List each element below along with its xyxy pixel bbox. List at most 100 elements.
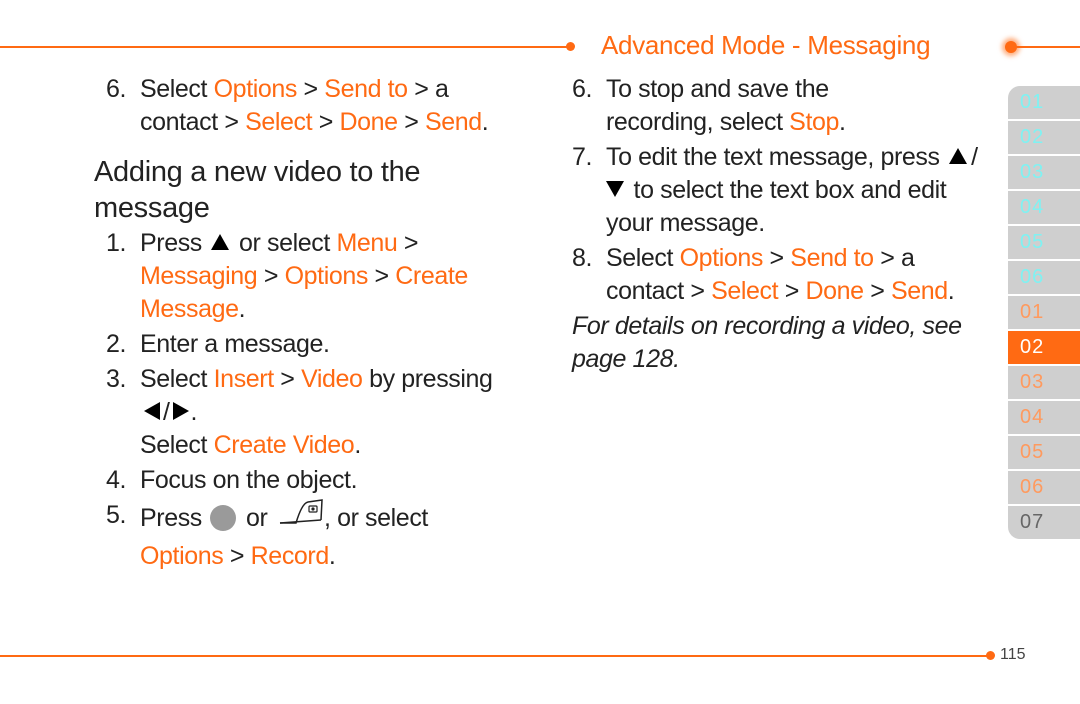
header-rule-right <box>1015 46 1080 48</box>
step-text: Enter a message. <box>140 330 330 358</box>
separator: > <box>257 262 285 290</box>
menu-link-done: Done <box>805 277 865 305</box>
menu-link-video: Video <box>301 365 363 393</box>
step-text: Select <box>140 365 214 393</box>
step-5: 5. Press or , or select Options > Record… <box>106 499 496 573</box>
step-1: 1. Press or select Menu > Messaging > Op… <box>106 227 496 326</box>
section-tab-01[interactable]: 01 <box>1008 86 1080 119</box>
menu-link-send-to: Send to <box>324 75 408 103</box>
step-2: 2. Enter a message. <box>106 328 496 361</box>
menu-link-stop: Stop <box>789 108 840 136</box>
right-arrow-key-icon <box>172 402 189 421</box>
separator: > <box>297 75 325 103</box>
chapter-tab-01[interactable]: 01 <box>1008 296 1080 329</box>
chapter-tabs: 01 02 03 04 05 06 01 02 03 04 05 06 07 <box>1008 86 1080 541</box>
step-number: 5. <box>106 501 127 529</box>
menu-link-insert: Insert <box>213 365 275 393</box>
page-header-title: Advanced Mode - Messaging <box>601 30 931 60</box>
chapter-tab-02-active[interactable]: 02 <box>1008 331 1080 364</box>
step-number: 7. <box>572 143 593 171</box>
step-number: 2. <box>106 330 127 358</box>
step-text: , or select <box>323 504 428 533</box>
step-8: 8. Select Options > Send to > a contact … <box>572 242 992 308</box>
step-text: To edit the text message, press <box>606 143 947 171</box>
down-arrow-key-icon <box>606 181 624 198</box>
separator: > <box>397 229 419 257</box>
separator: > <box>778 277 806 305</box>
slash: / <box>971 143 978 171</box>
header-rule-left <box>0 46 568 48</box>
menu-link-send: Send <box>890 277 948 305</box>
note-block: For details on recording a video, see pa… <box>572 310 992 376</box>
menu-link-select: Select <box>711 277 779 305</box>
separator: > <box>223 542 251 570</box>
step-4: 4. Focus on the object. <box>106 464 496 497</box>
separator: > <box>397 108 425 136</box>
left-column: 6. Select Options > Send to > a contact … <box>94 73 496 573</box>
step-number: 4. <box>106 466 127 494</box>
page-number: 115 <box>1000 646 1026 663</box>
step-3: 3. Select Insert > Video by pressing /. … <box>106 363 496 462</box>
menu-link-menu: Menu <box>336 229 398 257</box>
punctuation: . <box>238 295 246 323</box>
menu-link-record: Record <box>250 542 330 570</box>
punctuation: . <box>354 431 361 459</box>
step-6-stop: 6. To stop and save the recording, selec… <box>572 73 992 139</box>
left-arrow-key-icon <box>144 402 160 421</box>
step-number: 3. <box>106 365 127 393</box>
separator: > <box>367 262 396 290</box>
separator: > <box>273 365 302 393</box>
step-text: Press <box>140 229 209 257</box>
step-number: 8. <box>572 244 593 272</box>
menu-link-done: Done <box>339 108 399 136</box>
slash: / <box>163 398 170 426</box>
step-text: Select <box>140 75 214 103</box>
menu-link-create-video: Create Video <box>213 431 355 459</box>
menu-link-options: Options <box>679 244 764 272</box>
step-text: by pressing <box>362 365 493 393</box>
step-text: Focus on the object. <box>140 466 358 494</box>
punctuation: . <box>481 108 489 136</box>
section-tab-06[interactable]: 06 <box>1008 261 1080 294</box>
section-tab-03[interactable]: 03 <box>1008 156 1080 189</box>
step-number: 1. <box>106 229 127 257</box>
right-column: 6. To stop and save the recording, selec… <box>572 73 992 376</box>
step-text: Select <box>140 431 214 459</box>
section-tab-02[interactable]: 02 <box>1008 121 1080 154</box>
up-arrow-key-icon <box>949 148 968 165</box>
step-text: or select <box>232 229 337 257</box>
step-text: to select the text box and edit your mes… <box>606 176 947 237</box>
step-7: 7. To edit the text message, press / to … <box>572 141 992 240</box>
step-6-send: 6. Select Options > Send to > a contact … <box>106 73 496 139</box>
punctuation: . <box>839 108 846 136</box>
footer-rule <box>0 655 990 657</box>
section-tab-05[interactable]: 05 <box>1008 226 1080 259</box>
chapter-tab-04[interactable]: 04 <box>1008 401 1080 434</box>
center-key-icon <box>210 504 237 531</box>
menu-link-options: Options <box>213 75 298 103</box>
step-text: or <box>239 504 274 533</box>
menu-link-select: Select <box>245 108 313 136</box>
cross-reference-note: For details on recording a video, see pa… <box>572 312 962 373</box>
chapter-tab-07[interactable]: 07 <box>1008 506 1080 539</box>
step-text: Press <box>140 504 209 533</box>
menu-link-send: Send <box>424 108 482 136</box>
chapter-tab-06[interactable]: 06 <box>1008 471 1080 504</box>
header-rule-dot-left <box>566 42 575 51</box>
step-number: 6. <box>106 75 127 103</box>
menu-link-send-to: Send to <box>790 244 874 272</box>
section-title: Adding a new video to the message <box>94 156 421 224</box>
separator: > <box>863 277 891 305</box>
chapter-tab-05[interactable]: 05 <box>1008 436 1080 469</box>
punctuation: . <box>190 398 198 426</box>
footer-rule-dot <box>986 651 995 660</box>
section-tab-04[interactable]: 04 <box>1008 191 1080 224</box>
punctuation: . <box>328 542 336 570</box>
up-arrow-key-icon <box>211 234 230 251</box>
step-number: 6. <box>572 75 593 103</box>
menu-link-messaging: Messaging <box>140 262 258 290</box>
chapter-tab-03[interactable]: 03 <box>1008 366 1080 399</box>
step-text: Select <box>606 244 680 272</box>
punctuation: . <box>947 277 955 305</box>
menu-link-options: Options <box>284 262 369 290</box>
